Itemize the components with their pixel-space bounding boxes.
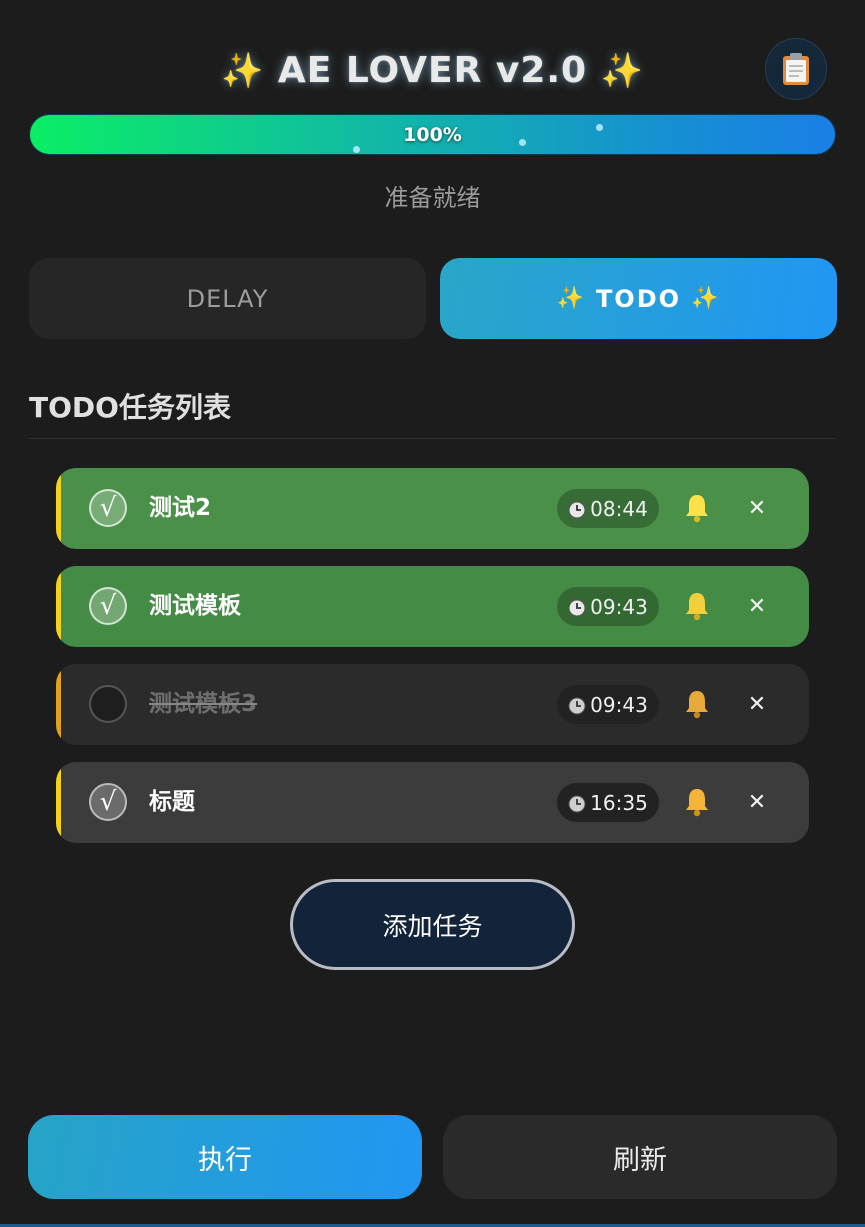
- task-title[interactable]: 测试模板: [149, 566, 241, 647]
- clock-icon: [568, 599, 586, 617]
- delete-task-button[interactable]: ✕: [742, 490, 772, 526]
- sparkle-icon: ✨: [600, 51, 644, 91]
- task-time: 09:43: [590, 692, 648, 717]
- task-row: √ 测试模板 09:43 ✕: [56, 566, 809, 647]
- refresh-button[interactable]: 刷新: [443, 1115, 837, 1199]
- progress-label: 100%: [403, 123, 462, 146]
- sparkle-icon: ✨: [556, 286, 586, 311]
- delete-task-button[interactable]: ✕: [742, 588, 772, 624]
- task-priority-stripe: [56, 664, 61, 745]
- task-time-button[interactable]: 16:35: [557, 783, 659, 822]
- execute-label: 执行: [198, 1144, 252, 1176]
- task-priority-stripe: [56, 468, 61, 549]
- bell-icon[interactable]: [682, 590, 712, 622]
- clock-icon: [568, 697, 586, 715]
- status-text: 准备就绪: [384, 184, 481, 212]
- task-time: 09:43: [590, 594, 648, 619]
- task-time-button[interactable]: 08:44: [557, 489, 659, 528]
- bell-icon[interactable]: [682, 492, 712, 524]
- bell-icon[interactable]: [682, 786, 712, 818]
- section-title: TODO任务列表: [29, 391, 231, 424]
- task-row: 测试模板3 09:43 ✕: [56, 664, 809, 745]
- task-time: 08:44: [590, 496, 648, 521]
- tab-delay-label: DELAY: [186, 284, 269, 313]
- task-checkbox[interactable]: [89, 685, 127, 723]
- clock-icon: [568, 501, 586, 519]
- task-checkbox[interactable]: √: [89, 489, 127, 527]
- bell-icon[interactable]: [682, 688, 712, 720]
- delete-task-button[interactable]: ✕: [742, 686, 772, 722]
- task-time-button[interactable]: 09:43: [557, 685, 659, 724]
- app-title-text: AE LOVER v2.0: [277, 50, 588, 91]
- tab-todo[interactable]: ✨ TODO ✨: [440, 258, 837, 339]
- task-title[interactable]: 测试2: [149, 468, 211, 549]
- progress-bar: 100%: [29, 114, 836, 155]
- task-priority-stripe: [56, 566, 61, 647]
- header: ✨ AE LOVER v2.0 ✨: [0, 38, 865, 108]
- tab-delay[interactable]: DELAY: [29, 258, 426, 339]
- clipboard-icon: [783, 53, 809, 85]
- task-priority-stripe: [56, 762, 61, 843]
- add-task-button[interactable]: 添加任务: [290, 879, 575, 970]
- app-title: ✨ AE LOVER v2.0 ✨: [0, 50, 865, 91]
- delete-task-button[interactable]: ✕: [742, 784, 772, 820]
- add-task-label: 添加任务: [382, 911, 483, 941]
- tab-todo-label: TODO: [595, 284, 682, 313]
- task-title[interactable]: 标题: [149, 762, 195, 843]
- task-time: 16:35: [590, 790, 648, 815]
- clock-icon: [568, 795, 586, 813]
- refresh-label: 刷新: [613, 1144, 667, 1176]
- clipboard-button[interactable]: [765, 38, 827, 100]
- sparkle-icon: ✨: [691, 286, 721, 311]
- execute-button[interactable]: 执行: [28, 1115, 422, 1199]
- task-title[interactable]: 测试模板3: [149, 664, 257, 745]
- task-checkbox[interactable]: √: [89, 587, 127, 625]
- divider: [29, 438, 836, 439]
- task-time-button[interactable]: 09:43: [557, 587, 659, 626]
- task-checkbox[interactable]: √: [89, 783, 127, 821]
- task-row: √ 标题 16:35 ✕: [56, 762, 809, 843]
- sparkle-icon: ✨: [220, 51, 265, 91]
- task-row: √ 测试2 08:44 ✕: [56, 468, 809, 549]
- app-panel: ✨ AE LOVER v2.0 ✨ 100% 准备就绪 DELAY ✨ TODO: [0, 0, 865, 1227]
